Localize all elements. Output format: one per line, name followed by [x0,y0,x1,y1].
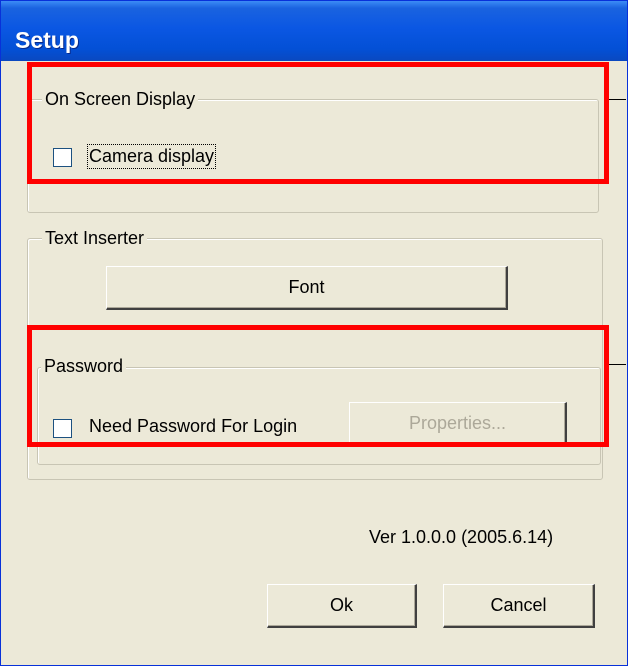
password-callout-line [609,364,626,365]
title-bar[interactable]: Setup [1,1,627,61]
ok-button[interactable]: Ok [267,584,417,628]
osd-highlight-box [27,62,609,184]
password-highlight-box [27,325,609,447]
text-inserter-group-label: Text Inserter [42,228,148,249]
cancel-button[interactable]: Cancel [443,584,595,628]
font-button[interactable]: Font [106,266,508,310]
osd-callout-line [609,99,626,100]
version-label: Ver 1.0.0.0 (2005.6.14) [369,527,554,547]
window-title: Setup [15,27,79,53]
